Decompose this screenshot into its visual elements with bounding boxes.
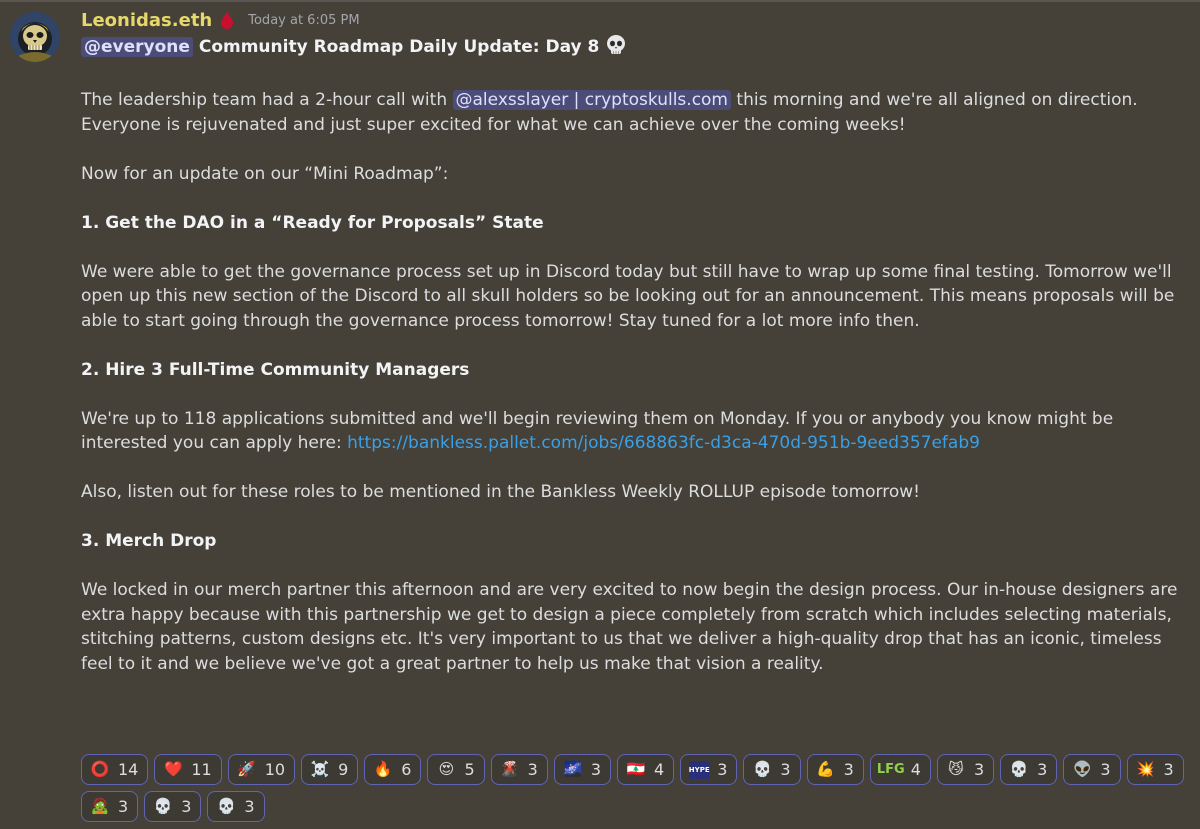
reaction-count: 3 [527, 760, 538, 779]
lebanon-flag-icon: 🇱🇧 [626, 760, 646, 778]
reaction-button[interactable]: HYPE 3 [680, 754, 738, 785]
reaction-count: 9 [338, 760, 349, 779]
message-content: @everyone Community Roadmap Daily Update… [81, 34, 1191, 676]
reaction-count: 3 [118, 797, 129, 816]
reaction-count: 6 [401, 760, 412, 779]
reaction-count: 3 [1100, 760, 1111, 779]
reaction-button[interactable]: 🧟 3 [81, 791, 139, 822]
heading-dao: 1. Get the DAO in a “Ready for Proposals… [81, 212, 544, 233]
reaction-button[interactable]: 💀 3 [1000, 754, 1058, 785]
paragraph-merch: We locked in our merch partner this afte… [81, 580, 1178, 674]
reaction-button[interactable]: 💀 3 [144, 791, 202, 822]
reaction-button[interactable]: LFG 4 [869, 754, 931, 785]
skull-icon: 💀 [753, 760, 772, 778]
reactions-bar: ⭕ 14 ❤️ 11 🚀 10 ☠️ 9 🔥 6 😍 5 🌋 3 🌌 3 🇱🇧 4 HYPE 3 💀 3 💪 3 LFG 4 😼 3 💀… [81, 754, 1191, 822]
skull-icon [605, 34, 627, 64]
flexed-biceps-icon: 💪 [816, 760, 835, 778]
paragraph-rollup: Also, listen out for these roles to be m… [81, 482, 920, 502]
skull-avatar-icon [10, 12, 60, 62]
paragraph-dao: We were able to get the governance proce… [81, 261, 1175, 331]
pixel-skull-icon: 💀 [1009, 760, 1029, 778]
reaction-button[interactable]: 🌋 3 [490, 754, 548, 785]
reaction-count: 3 [1037, 760, 1048, 779]
volcano-icon: 🌋 [500, 760, 519, 778]
reaction-count: 4 [910, 760, 921, 779]
explosion-icon: 💥 [1136, 760, 1155, 778]
reaction-count: 3 [780, 760, 791, 779]
bankless-badge-icon: ⭕ [90, 760, 110, 778]
cat-icon: 😼 [948, 760, 964, 778]
user-mention[interactable]: @alexsslayer | cryptoskulls.com [452, 90, 731, 110]
reaction-button[interactable]: 👽 3 [1063, 754, 1121, 785]
reaction-button[interactable]: 💥 3 [1126, 754, 1184, 785]
paragraph-intro: The leadership team had a 2-hour call wi… [81, 88, 1191, 137]
reaction-count: 11 [191, 760, 212, 779]
gold-skull-icon: 💀 [217, 797, 236, 815]
reaction-count: 3 [181, 797, 192, 816]
zombie-skull-icon: 🧟 [90, 797, 110, 815]
timestamp: Today at 6:05 PM [248, 12, 360, 28]
title-text: Community Roadmap Daily Update: Day 8 [198, 37, 600, 57]
alien-skull-icon: 👽 [1072, 760, 1092, 778]
reaction-count: 3 [1163, 760, 1174, 779]
reaction-button[interactable]: ⭕ 14 [81, 754, 149, 785]
intro-text-start: The leadership team had a 2-hour call wi… [81, 90, 453, 110]
reaction-count: 3 [717, 760, 728, 779]
paragraph-applications: We're up to 118 applications submitted a… [81, 407, 1191, 456]
reaction-button[interactable]: ☠️ 9 [301, 754, 359, 785]
reaction-button[interactable]: 💀 3 [743, 754, 801, 785]
message-header: Leonidas.eth Today at 6:05 PM [81, 6, 360, 34]
reaction-count: 10 [264, 760, 286, 779]
reaction-button[interactable]: 🚀 10 [227, 754, 296, 785]
reaction-count: 3 [244, 797, 255, 816]
chat-message: Leonidas.eth Today at 6:05 PM @everyone … [0, 0, 1200, 829]
reaction-button[interactable]: 😍 5 [427, 754, 485, 785]
blood-drop-icon [220, 11, 234, 29]
reaction-count: 3 [973, 760, 985, 779]
reaction-count: 14 [118, 760, 139, 779]
heart-icon: ❤️ [164, 760, 183, 778]
skull-crossbones-icon: ☠️ [310, 760, 330, 778]
everyone-mention[interactable]: @everyone [81, 37, 193, 57]
rocket-icon: 🚀 [237, 760, 257, 778]
reaction-button[interactable]: 🔥 6 [364, 754, 422, 785]
reaction-button[interactable]: 💪 3 [806, 754, 864, 785]
heading-merch: 3. Merch Drop [81, 531, 217, 551]
reaction-count: 3 [843, 760, 854, 779]
reaction-button[interactable]: ❤️ 11 [154, 754, 222, 785]
username[interactable]: Leonidas.eth [81, 10, 212, 31]
heading-community-managers: 2. Hire 3 Full-Time Community Managers [81, 359, 470, 380]
lfg-icon: LFG [876, 762, 905, 777]
hype-icon: HYPE [689, 760, 710, 779]
reaction-count: 4 [654, 760, 665, 779]
reaction-button[interactable]: 🇱🇧 4 [617, 754, 675, 785]
green-skull-icon: 💀 [153, 797, 173, 815]
heart-eyes-skull-icon: 😍 [438, 760, 455, 778]
jobs-link[interactable]: https://bankless.pallet.com/jobs/668863f… [347, 433, 980, 453]
fire-heart-icon: 🔥 [373, 760, 393, 778]
message-title: @everyone Community Roadmap Daily Update… [81, 34, 1191, 64]
reaction-button[interactable]: 😼 3 [936, 754, 995, 785]
planet-icon: 🌌 [563, 760, 583, 778]
avatar[interactable] [10, 12, 60, 62]
reaction-button[interactable]: 💀 3 [207, 791, 265, 822]
paragraph-roadmap-intro: Now for an update on our “Mini Roadmap”: [81, 163, 449, 184]
reaction-button[interactable]: 🌌 3 [553, 754, 612, 785]
reaction-count: 5 [464, 760, 475, 779]
reaction-count: 3 [590, 760, 602, 779]
